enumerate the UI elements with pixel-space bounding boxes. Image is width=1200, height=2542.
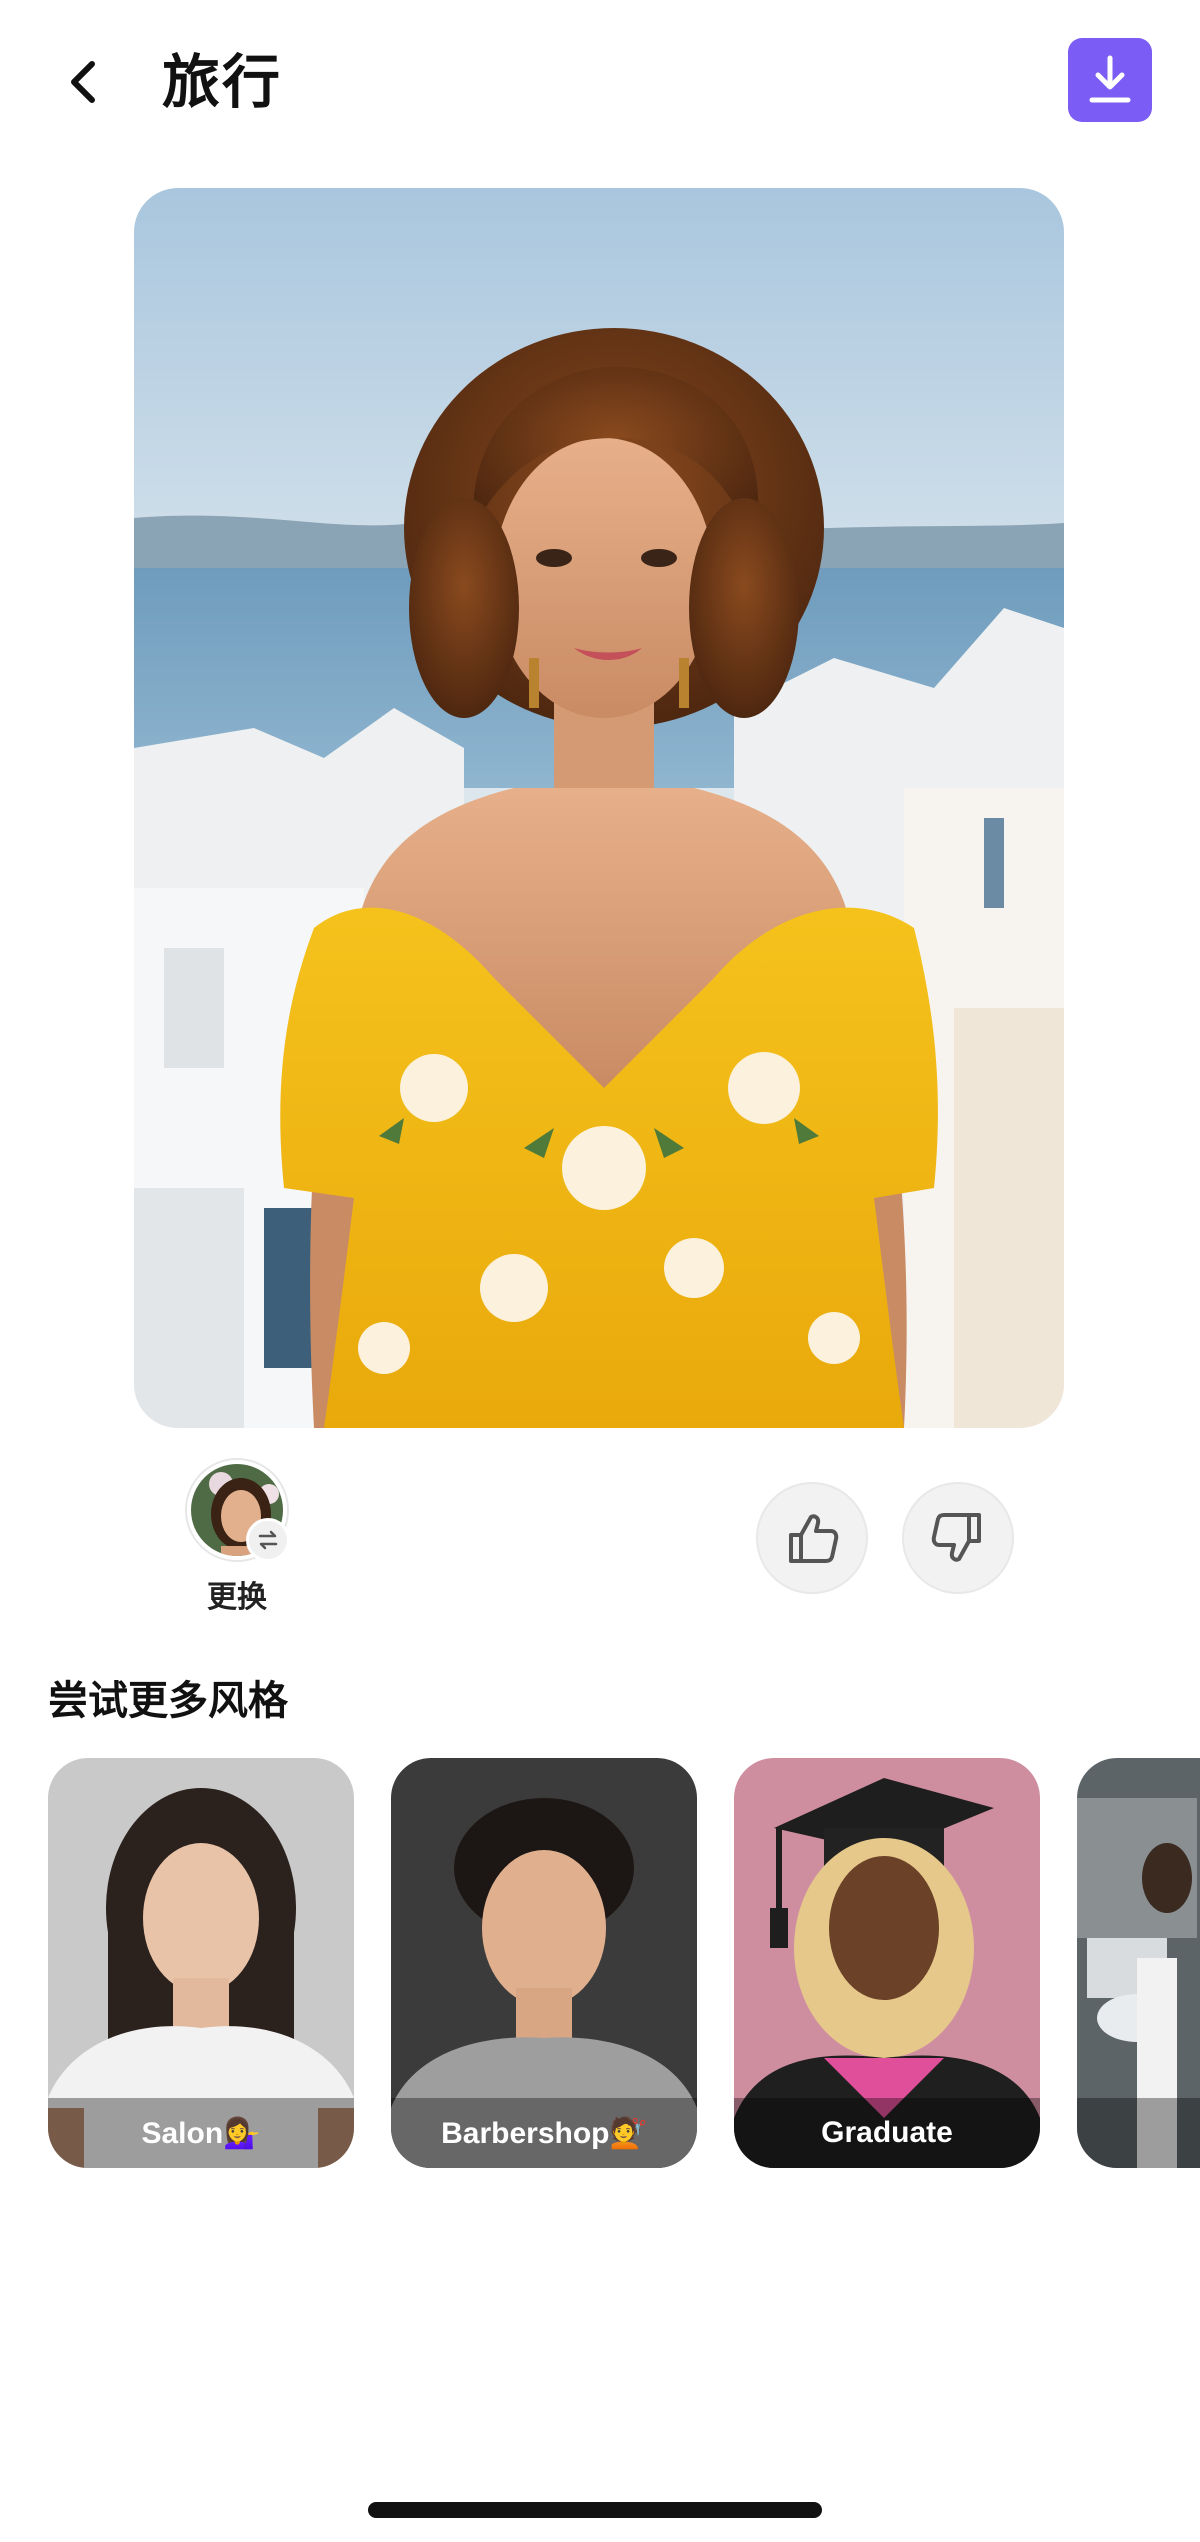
thumbs-up-icon	[789, 1514, 839, 1563]
dislike-button[interactable]	[902, 1482, 1014, 1594]
chevron-left-icon	[71, 61, 95, 103]
page-title: 旅行	[162, 48, 283, 116]
back-button[interactable]	[52, 50, 116, 114]
download-button[interactable]	[1068, 38, 1152, 122]
like-button[interactable]	[756, 1482, 868, 1594]
style-card-label: Barbershop💇	[441, 2116, 647, 2150]
swap-arrows-icon	[246, 1518, 290, 1562]
style-card-street[interactable]	[1077, 1758, 1200, 2168]
generated-photo	[134, 188, 1064, 1428]
swap-label: 更换	[207, 1580, 267, 1615]
style-card-graduate[interactable]: Graduate	[734, 1758, 1040, 2168]
home-indicator	[368, 2502, 822, 2518]
section-title-more-styles: 尝试更多风格	[48, 1678, 288, 1724]
style-cards-carousel[interactable]: Salon💁‍♀️ Barbershop💇 Gradua	[48, 1758, 1200, 2168]
style-card-label: Salon💁‍♀️	[141, 2116, 261, 2150]
style-card-label: Graduate	[821, 2116, 953, 2149]
thumbs-down-icon	[931, 1513, 981, 1562]
download-icon	[1089, 55, 1131, 103]
style-card-salon[interactable]: Salon💁‍♀️	[48, 1758, 354, 2168]
style-card-barbershop[interactable]: Barbershop💇	[391, 1758, 697, 2168]
